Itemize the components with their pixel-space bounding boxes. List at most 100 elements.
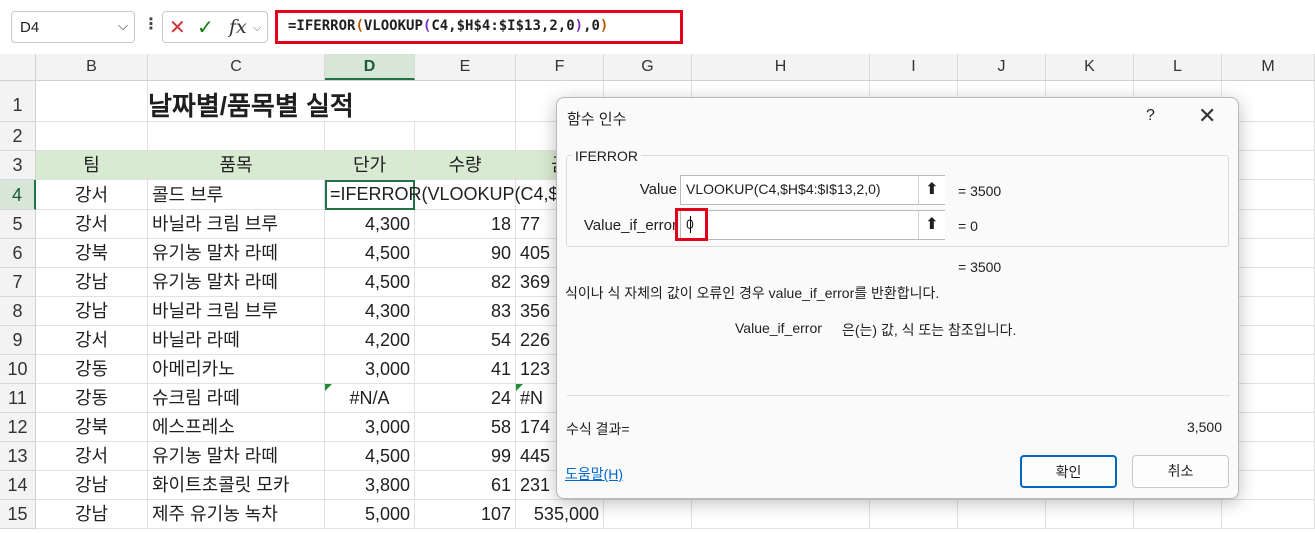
cell[interactable]: #N/A — [325, 384, 415, 413]
column-header[interactable]: B — [36, 54, 148, 80]
cell[interactable]: 강남 — [36, 500, 148, 529]
row-header[interactable]: 4 — [0, 180, 36, 210]
cell[interactable]: 강서 — [36, 442, 148, 471]
row-header[interactable]: 2 — [0, 122, 36, 151]
cell[interactable]: 바닐라 라떼 — [148, 326, 325, 355]
cell[interactable]: 제주 유기농 녹차 — [148, 500, 325, 529]
row-header[interactable]: 12 — [0, 413, 36, 442]
cell[interactable]: 54 — [415, 326, 516, 355]
cell[interactable]: 강남 — [36, 297, 148, 326]
cell[interactable] — [870, 500, 958, 529]
cell[interactable]: 강남 — [36, 471, 148, 500]
cell[interactable]: 107 — [415, 500, 516, 529]
cell[interactable]: 90 — [415, 239, 516, 268]
cell[interactable] — [692, 500, 870, 529]
help-link[interactable]: 도움말(H) — [565, 464, 623, 484]
cell[interactable]: 3,000 — [325, 413, 415, 442]
insert-function-icon[interactable]: fx — [229, 16, 247, 38]
column-header[interactable]: D — [325, 54, 415, 80]
cell[interactable]: 단가 — [325, 151, 415, 180]
cell[interactable] — [1046, 500, 1134, 529]
cancel-button[interactable]: 취소 — [1132, 455, 1229, 488]
cell[interactable] — [1134, 500, 1222, 529]
check-icon[interactable]: ✓ — [197, 15, 214, 40]
row-header[interactable]: 8 — [0, 297, 36, 326]
column-header[interactable]: H — [692, 54, 870, 80]
cell[interactable] — [415, 81, 516, 122]
cell[interactable] — [148, 122, 325, 151]
sheet-title[interactable]: 날짜별/품목별 실적 — [148, 86, 354, 123]
cell[interactable] — [1222, 500, 1315, 529]
row-header[interactable]: 15 — [0, 500, 36, 529]
cell[interactable] — [958, 500, 1046, 529]
cell[interactable] — [36, 81, 148, 122]
cell[interactable] — [604, 500, 692, 529]
close-icon[interactable]: ✕ — [1198, 103, 1216, 129]
cancel-icon[interactable]: ✕ — [169, 15, 186, 40]
cell[interactable]: 바닐라 크림 브루 — [148, 297, 325, 326]
cell[interactable]: 슈크림 라떼 — [148, 384, 325, 413]
cell[interactable]: 4,300 — [325, 210, 415, 239]
cell[interactable]: 41 — [415, 355, 516, 384]
cell[interactable]: 83 — [415, 297, 516, 326]
cell[interactable]: 강북 — [36, 239, 148, 268]
ok-button[interactable]: 확인 — [1020, 455, 1117, 488]
collapse-dialog-icon[interactable]: ⬆ — [918, 176, 945, 204]
row-header[interactable]: 7 — [0, 268, 36, 297]
cell[interactable]: 18 — [415, 210, 516, 239]
formula-input[interactable]: =IFERROR(VLOOKUP(C4,$H$4:$I$13,2,0),0) — [275, 10, 683, 44]
column-header[interactable]: E — [415, 54, 516, 80]
cell[interactable]: 강서 — [36, 326, 148, 355]
cell[interactable]: 유기농 말차 라떼 — [148, 442, 325, 471]
column-header[interactable]: K — [1046, 54, 1134, 80]
column-header[interactable]: C — [148, 54, 325, 80]
cell[interactable]: 화이트초콜릿 모카 — [148, 471, 325, 500]
row-header[interactable]: 10 — [0, 355, 36, 384]
collapse-dialog-icon[interactable]: ⬆ — [918, 211, 945, 239]
name-box[interactable]: D4 ⌵ — [11, 11, 135, 43]
more-options-icon[interactable]: ⋮ — [143, 14, 159, 34]
cell[interactable]: 품목 — [148, 151, 325, 180]
cell[interactable]: 3,800 — [325, 471, 415, 500]
cell[interactable]: 535,000 — [516, 500, 604, 529]
select-all-corner[interactable] — [0, 54, 36, 80]
column-header[interactable]: I — [870, 54, 958, 80]
column-header[interactable]: F — [516, 54, 604, 80]
row-header[interactable]: 6 — [0, 239, 36, 268]
column-header[interactable]: J — [958, 54, 1046, 80]
cell[interactable]: 강북 — [36, 413, 148, 442]
row-header[interactable]: 3 — [0, 151, 36, 180]
cell[interactable]: 99 — [415, 442, 516, 471]
error-indicator-icon[interactable] — [325, 384, 332, 391]
cell[interactable]: 유기농 말차 라떼 — [148, 239, 325, 268]
cell[interactable]: 4,500 — [325, 239, 415, 268]
cell[interactable]: 콜드 브루 — [148, 180, 325, 210]
column-header[interactable]: L — [1134, 54, 1222, 80]
row-header[interactable]: 13 — [0, 442, 36, 471]
cell[interactable]: 아메리카노 — [148, 355, 325, 384]
cell[interactable]: 강동 — [36, 355, 148, 384]
column-header[interactable]: G — [604, 54, 692, 80]
value-field[interactable]: VLOOKUP(C4,$H$4:$I$13,2,0) — [680, 175, 945, 205]
cell[interactable]: 에스프레소 — [148, 413, 325, 442]
cell[interactable]: 82 — [415, 268, 516, 297]
row-header[interactable]: 5 — [0, 210, 36, 239]
cell[interactable]: 5,000 — [325, 500, 415, 529]
chevron-down-icon[interactable]: ⌵ — [253, 22, 261, 35]
cell[interactable]: 61 — [415, 471, 516, 500]
cell[interactable] — [415, 122, 516, 151]
cell[interactable]: 강서 — [36, 210, 148, 239]
cell[interactable]: 4,500 — [325, 268, 415, 297]
cell[interactable]: 수량 — [415, 151, 516, 180]
cell[interactable] — [325, 122, 415, 151]
cell[interactable]: 강서 — [36, 180, 148, 210]
row-header[interactable]: 1 — [0, 81, 36, 122]
cell[interactable]: 4,200 — [325, 326, 415, 355]
cell[interactable]: 58 — [415, 413, 516, 442]
chevron-down-icon[interactable]: ⌵ — [118, 18, 128, 34]
cell[interactable]: 강남 — [36, 268, 148, 297]
row-header[interactable]: 14 — [0, 471, 36, 500]
row-header[interactable]: 11 — [0, 384, 36, 413]
error-indicator-icon[interactable] — [516, 384, 523, 391]
row-header[interactable]: 9 — [0, 326, 36, 355]
